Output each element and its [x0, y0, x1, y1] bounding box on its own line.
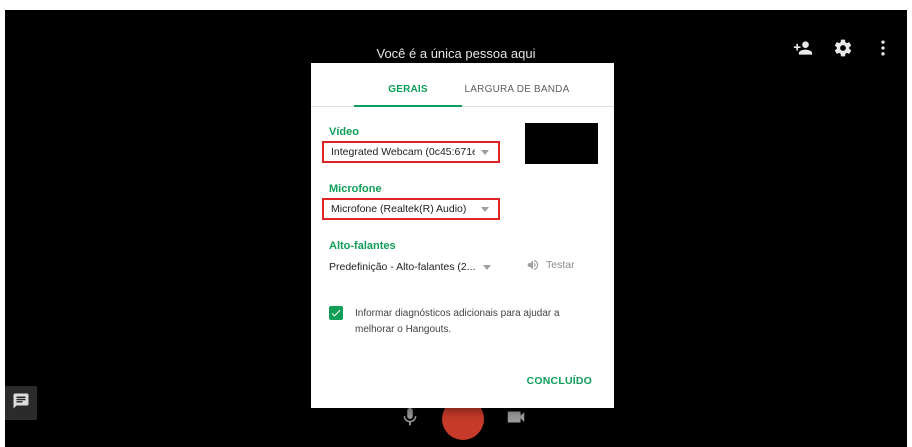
camera-icon[interactable] — [505, 406, 527, 428]
diagnostics-checkbox[interactable] — [329, 306, 343, 320]
dropdown-arrow-icon — [481, 206, 489, 212]
speakers-select[interactable]: Predefinição - Alto-falantes (2... — [322, 256, 500, 278]
more-vertical-icon[interactable] — [873, 38, 893, 58]
settings-tabs: GERAIS LARGURA DE BANDA — [311, 63, 614, 107]
diagnostics-label: Informar diagnósticos adicionais para aj… — [355, 308, 560, 335]
video-preview — [525, 123, 598, 164]
checkmark-icon — [331, 309, 341, 317]
add-person-icon[interactable] — [793, 38, 813, 58]
tab-bandwidth[interactable]: LARGURA DE BANDA — [462, 63, 572, 106]
top-message: Você é a única pessoa aqui — [376, 46, 536, 61]
microphone-select-value: Microfone (Realtek(R) Audio) — [331, 203, 467, 215]
microphone-icon[interactable] — [399, 406, 421, 428]
dropdown-arrow-icon — [483, 264, 491, 270]
test-speakers-label: Testar — [546, 259, 575, 271]
video-label: Vídeo — [329, 126, 359, 138]
dropdown-arrow-icon — [481, 149, 489, 155]
video-select-value: Integrated Webcam (0c45:671e) — [331, 146, 475, 158]
done-button[interactable]: CONCLUÍDO — [527, 375, 592, 387]
test-speakers-button[interactable]: Testar — [526, 258, 575, 272]
gear-icon[interactable] — [833, 38, 853, 58]
settings-dialog: GERAIS LARGURA DE BANDA Vídeo Integrated… — [311, 63, 614, 408]
speaker-icon — [527, 259, 539, 271]
speakers-select-value: Predefinição - Alto-falantes (2... — [329, 261, 476, 273]
microphone-select[interactable]: Microfone (Realtek(R) Audio) — [322, 198, 500, 220]
microphone-label: Microfone — [329, 183, 382, 195]
top-toolbar — [793, 38, 893, 58]
tab-general[interactable]: GERAIS — [354, 63, 462, 107]
video-select[interactable]: Integrated Webcam (0c45:671e) — [322, 141, 500, 163]
speakers-label: Alto-falantes — [329, 240, 396, 252]
